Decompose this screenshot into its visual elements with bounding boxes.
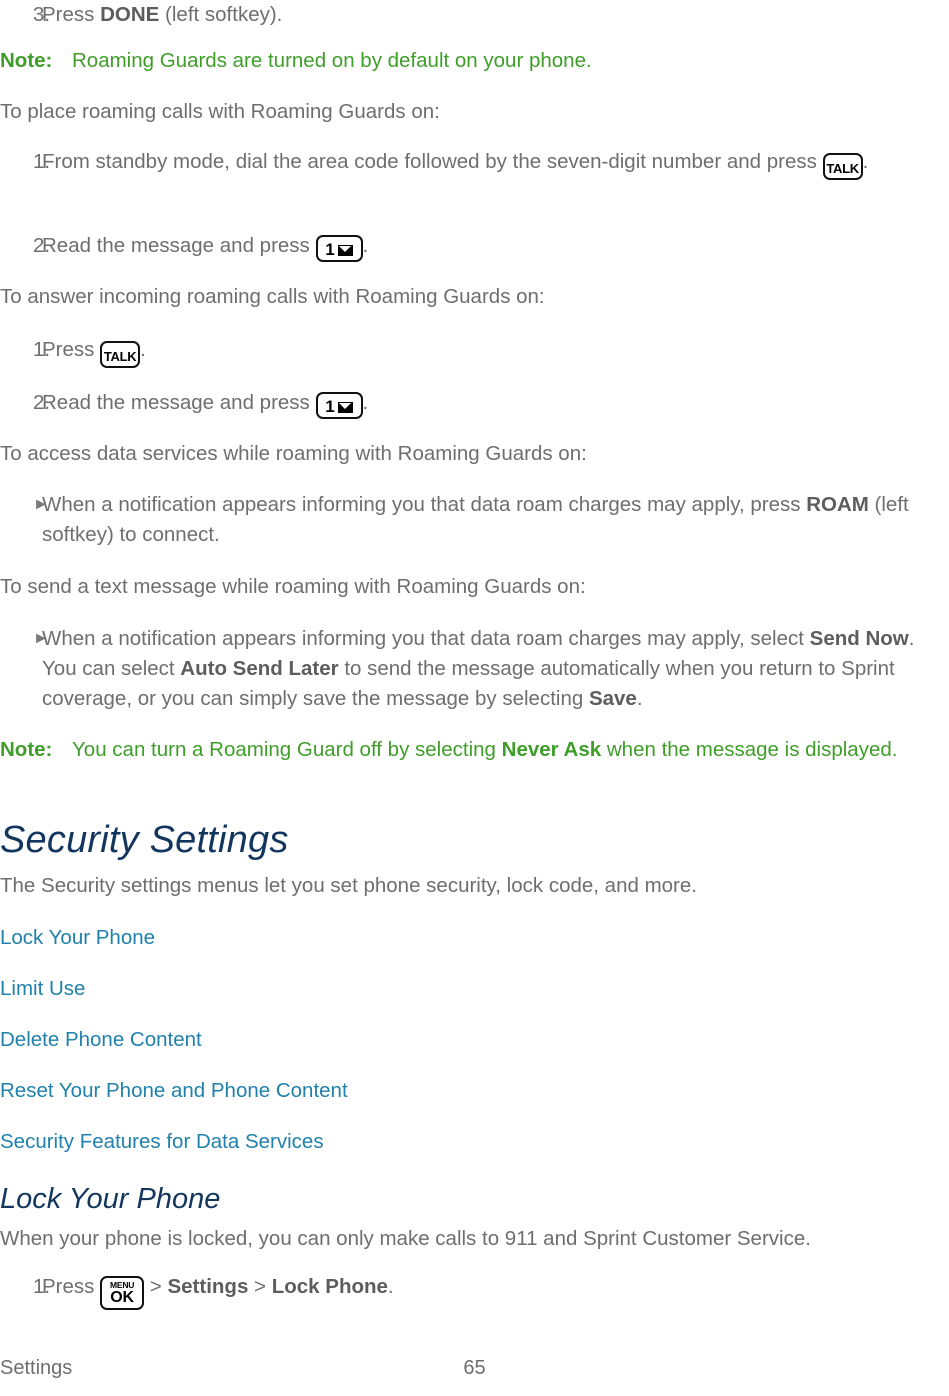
list-marker: 2. <box>33 234 51 257</box>
lock-step1-bold-lock-phone: Lock Phone <box>271 1275 388 1298</box>
answer-step2-text-after: . <box>362 391 369 414</box>
menu-key-bottom-label: OK <box>110 1289 134 1306</box>
list-marker: 3. <box>33 3 51 26</box>
data-bullet-text-before: When a notification appears informing yo… <box>42 493 807 516</box>
text-bullet-part1: When a notification appears informing yo… <box>42 627 810 650</box>
step3-bold: DONE <box>100 3 160 26</box>
note2-bold: Never Ask <box>501 738 602 761</box>
triangle-bullet-icon: ► <box>33 496 49 513</box>
list-item: 3. Press DONE (left softkey). <box>0 0 900 30</box>
list-marker: 1. <box>33 1275 51 1298</box>
data-bullet-bold: ROAM <box>806 493 869 516</box>
text-bullet-bold2: Auto Send Later <box>180 657 339 680</box>
list-item: 1. From standby mode, dial the area code… <box>0 147 949 180</box>
place-step2-text-after: . <box>362 234 369 257</box>
list-item: 1. Press TALK. <box>0 335 900 368</box>
place-step1-text-before: From standby mode, dial the area code fo… <box>42 150 823 173</box>
paragraph-lock-intro: When your phone is locked, you can only … <box>0 1227 811 1250</box>
place-step1-text-after: . <box>862 150 869 173</box>
note-text: You can turn a Roaming Guard off by sele… <box>72 735 900 764</box>
toc-link-delete-phone-content[interactable]: Delete Phone Content <box>0 1027 202 1053</box>
list-item: 2. Read the message and press 1. <box>0 388 900 419</box>
list-item-text: From standby mode, dial the area code fo… <box>42 147 949 180</box>
list-marker: 1. <box>33 338 51 361</box>
lock-step1-separator-2: > <box>248 1275 272 1298</box>
list-item-text: Press TALK. <box>42 335 900 368</box>
list-item: 2. Read the message and press 1. <box>0 231 900 262</box>
list-item-text: Press DONE (left softkey). <box>42 0 900 30</box>
note2-part1: You can turn a Roaming Guard off by sele… <box>72 738 502 761</box>
list-marker: 1. <box>33 150 51 173</box>
talk-key-label: TALK <box>826 161 859 176</box>
list-item-text: Read the message and press 1. <box>42 231 900 262</box>
one-message-key-icon: 1 <box>315 235 363 262</box>
document-page: 3. Press DONE (left softkey). Note: Roam… <box>0 0 949 1396</box>
lock-step1-text-before: Press <box>42 1275 101 1298</box>
paragraph-answer-roaming-calls: To answer incoming roaming calls with Ro… <box>0 285 545 308</box>
place-step2-text-before: Read the message and press <box>42 234 316 257</box>
envelope-icon <box>337 245 353 256</box>
text-bullet-bold1: Send Now <box>809 627 909 650</box>
text-bullet-part4: . <box>636 687 643 710</box>
lock-step1-separator-1: > <box>144 1275 168 1298</box>
note-block-roaming-guards-default: Note: Roaming Guards are turned on by de… <box>0 46 900 75</box>
toc-link-reset-your-phone-and-phone-content[interactable]: Reset Your Phone and Phone Content <box>0 1078 348 1104</box>
paragraph-access-data-services: To access data services while roaming wi… <box>0 442 587 465</box>
paragraph-send-text-message: To send a text message while roaming wit… <box>0 575 586 598</box>
text-bullet-bold3: Save <box>588 687 637 710</box>
answer-step1-text-before: Press <box>42 338 101 361</box>
toc-link-security-features-for-data-services[interactable]: Security Features for Data Services <box>0 1129 324 1155</box>
envelope-icon <box>337 402 353 413</box>
toc-link-limit-use[interactable]: Limit Use <box>0 976 85 1002</box>
list-item-text: Press MENU OK > Settings > Lock Phone. <box>42 1272 900 1310</box>
one-key-digit: 1 <box>325 397 335 416</box>
lock-step1-text-after: . <box>387 1275 394 1298</box>
section-heading-lock-your-phone: Lock Your Phone <box>0 1183 221 1215</box>
talk-key-icon: TALK <box>100 341 141 368</box>
talk-key-label: TALK <box>103 349 137 364</box>
list-item: ► When a notification appears informing … <box>0 624 949 714</box>
one-key-digit: 1 <box>325 240 335 259</box>
talk-key-icon: TALK <box>822 153 863 180</box>
note-text: Roaming Guards are turned on by default … <box>72 49 592 72</box>
page-footer: Settings 65 <box>0 1354 949 1382</box>
page-title-security-settings: Security Settings <box>0 819 289 861</box>
answer-step2-text-before: Read the message and press <box>42 391 316 414</box>
toc-link-lock-your-phone[interactable]: Lock Your Phone <box>0 925 155 951</box>
list-item-text: Read the message and press 1. <box>42 388 900 419</box>
list-item-text: When a notification appears informing yo… <box>42 624 949 714</box>
menu-ok-key-icon: MENU OK <box>100 1276 145 1310</box>
answer-step1-text-after: . <box>140 338 146 361</box>
step3-text-after: (left softkey). <box>159 3 283 26</box>
step3-text-before: Press <box>42 3 101 26</box>
list-marker: 2. <box>33 391 51 414</box>
list-item: ► When a notification appears informing … <box>0 490 945 550</box>
triangle-bullet-icon: ► <box>33 630 49 647</box>
footer-page-number: 65 <box>463 1357 486 1379</box>
note2-part2: when the message is displayed. <box>601 738 898 761</box>
list-item: 1. Press MENU OK > Settings > Lock Phone. <box>0 1272 900 1310</box>
one-message-key-icon: 1 <box>315 392 363 419</box>
paragraph-place-roaming-calls: To place roaming calls with Roaming Guar… <box>0 100 440 123</box>
lock-step1-bold-settings: Settings <box>167 1275 249 1298</box>
note-block-never-ask: Note: You can turn a Roaming Guard off b… <box>0 735 900 764</box>
note-label: Note: <box>0 49 53 72</box>
note-label: Note: <box>0 738 53 761</box>
list-item-text: When a notification appears informing yo… <box>42 490 945 550</box>
paragraph-security-intro: The Security settings menus let you set … <box>0 874 697 897</box>
